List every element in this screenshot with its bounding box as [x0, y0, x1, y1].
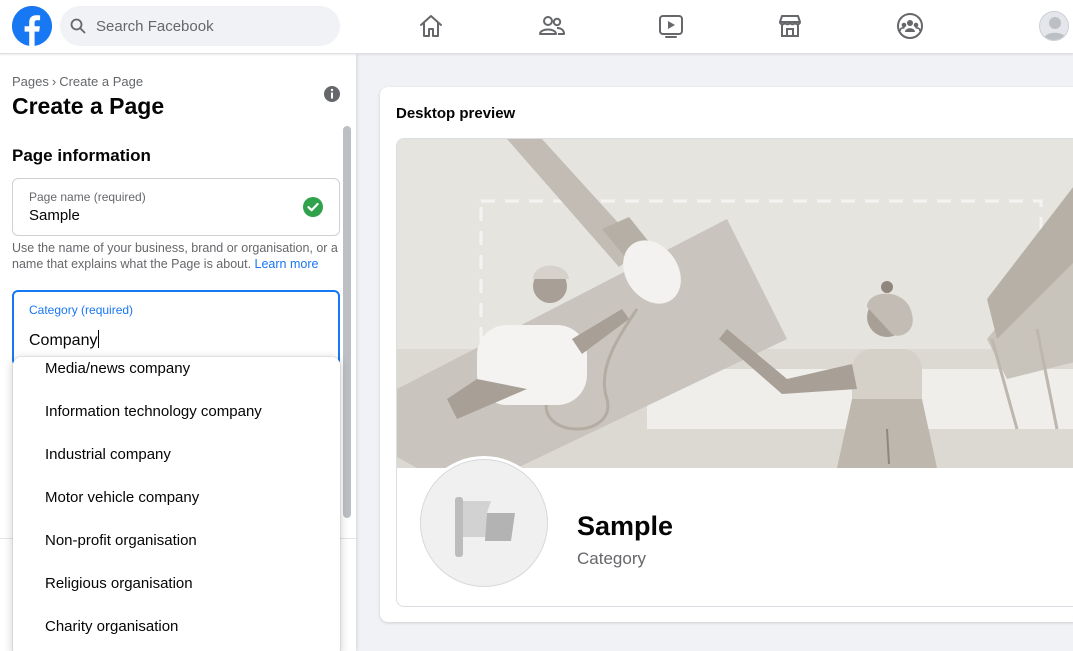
breadcrumb-pages-link[interactable]: Pages [12, 74, 49, 89]
cover-illustration-icon [397, 139, 1073, 468]
page-name-label: Page name (required) [29, 190, 146, 204]
breadcrumb: Pages › Create a Page [12, 74, 143, 89]
category-field[interactable]: Category (required) Company [12, 290, 340, 366]
search-input[interactable] [96, 6, 332, 46]
top-navigation-bar [0, 0, 1073, 54]
breadcrumb-separator: › [51, 74, 57, 89]
learn-more-link[interactable]: Learn more [255, 257, 319, 271]
friends-icon[interactable] [538, 12, 566, 40]
watch-icon[interactable] [657, 12, 685, 40]
page-name-value[interactable]: Sample [29, 207, 80, 224]
preview-title: Desktop preview [396, 105, 516, 122]
flag-icon [455, 497, 515, 557]
info-icon[interactable] [323, 85, 341, 103]
category-option[interactable]: Media/news company [13, 357, 340, 400]
page-name-hint: Use the name of your business, brand or … [12, 240, 342, 272]
avatar[interactable] [1039, 11, 1069, 41]
category-value: Company [29, 332, 98, 349]
search-icon [70, 18, 86, 34]
category-option[interactable]: Information technology company [13, 400, 340, 443]
desktop-preview-card: Desktop preview Sample Category [380, 87, 1073, 622]
marketplace-icon[interactable] [776, 12, 804, 40]
profile-picture-placeholder [417, 456, 551, 590]
category-option[interactable]: Non-profit organisation [13, 529, 340, 572]
profile-picture-inner [420, 459, 548, 587]
preview-page-category: Category [577, 549, 646, 568]
category-input[interactable]: Company [29, 330, 100, 350]
user-silhouette-icon [1043, 17, 1067, 40]
scrollbar-thumb[interactable] [343, 126, 351, 518]
facebook-logo-icon[interactable] [12, 6, 52, 46]
home-icon[interactable] [417, 12, 445, 40]
category-suggestions-dropdown[interactable]: Media/news company Information technolog… [13, 357, 340, 651]
cover-photo-illustration [397, 139, 1073, 468]
page-title: Create a Page [12, 93, 165, 119]
page-preview-frame: Sample Category [396, 138, 1073, 607]
category-option[interactable]: Motor vehicle company [13, 486, 340, 529]
check-circle-icon [302, 196, 324, 218]
section-title-page-information: Page information [12, 146, 151, 165]
groups-icon[interactable] [896, 12, 924, 40]
preview-page-name: Sample [577, 511, 674, 541]
text-caret [98, 330, 100, 348]
category-option[interactable]: Charity organisation [13, 615, 340, 651]
search-bar[interactable] [60, 6, 340, 46]
breadcrumb-current: Create a Page [59, 74, 144, 89]
category-option[interactable]: Industrial company [13, 443, 340, 486]
category-option[interactable]: Religious organisation [13, 572, 340, 615]
page-name-field[interactable]: Page name (required) Sample [12, 178, 340, 236]
sidebar-scrollbar[interactable] [343, 126, 351, 518]
category-label: Category (required) [29, 303, 134, 317]
